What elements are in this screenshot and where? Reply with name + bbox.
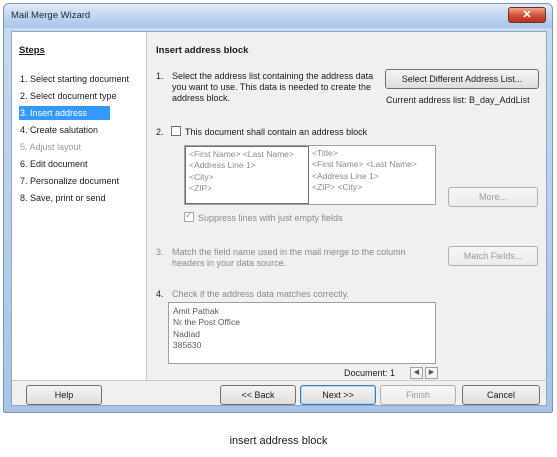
address-block-option-2[interactable]: <Title> <First Name> <Last Name> <Addres… [309,146,435,204]
page-title: Insert address block [156,45,249,56]
section-3-number: 3. [156,247,164,257]
step-create-salutation[interactable]: 4. Create salutation [19,123,144,137]
preview-line: <First Name> <Last Name> [312,159,417,170]
address-preview-box: Amit Pathak Nr the Post Office Nadiad 38… [168,302,436,364]
select-address-list-button[interactable]: Select Different Address List... [385,69,539,89]
preview-line: <First Name> <Last Name> [189,149,294,159]
address-block-checkbox-label: This document shall contain an address b… [185,127,368,137]
mail-merge-wizard-window: Mail Merge Wizard ✕ Steps 1. Select star… [3,3,553,413]
title-bar: Mail Merge Wizard ✕ [4,4,552,28]
cancel-button[interactable]: Cancel [462,385,540,405]
section-4-text: Check if the address data matches correc… [172,289,349,299]
address-block-checkbox[interactable] [171,126,181,136]
main-panel: Insert address block 1. Select the addre… [148,32,546,380]
preview-line: <ZIP> [189,183,213,194]
match-fields-button[interactable]: Match Fields... [448,246,538,266]
step-edit-document[interactable]: 6. Edit document [19,157,144,171]
section-3-text: Match the field name used in the mail me… [172,247,406,268]
footer-divider [12,380,548,381]
steps-sidebar: Steps 1. Select starting document 2. Sel… [12,32,147,380]
chevron-left-icon: ◀ [413,369,420,376]
next-document-button[interactable]: ▶ [425,367,438,379]
back-button[interactable]: << Back [220,385,296,405]
section-1-text: Select the address list containing the a… [172,71,374,103]
document-counter: Document: 1 [344,368,396,378]
address-block-preview[interactable]: <First Name> <Last Name> <Address Line 1… [184,145,436,205]
address-line: 385630 [173,340,202,351]
step-personalize-document[interactable]: 7. Personalize document [19,174,144,188]
address-line: Amit Pathak [173,306,219,316]
wizard-client-area: Steps 1. Select starting document 2. Sel… [11,31,548,406]
figure-caption: insert address block [229,435,328,447]
section-2-number: 2. [156,127,164,137]
close-icon: ✕ [522,9,532,21]
preview-line: <ZIP> <City> [312,182,363,193]
step-adjust-layout: 5. Adjust layout [20,142,82,152]
current-address-list: Current address list: B_day_AddList [386,95,530,105]
address-line: Nr the Post Office [173,317,240,328]
section-1-number: 1. [156,71,164,81]
suppress-empty-lines-checkbox[interactable] [184,210,194,222]
preview-line: <City> [189,171,214,182]
preview-line: <Address Line 1> [312,170,379,181]
address-block-option-1[interactable]: <First Name> <Last Name> <Address Line 1… [185,146,309,204]
suppress-empty-lines-label: Suppress lines with just empty fields [198,213,343,223]
preview-line: <Title> [312,148,338,158]
window-title: Mail Merge Wizard [11,10,91,21]
close-button[interactable]: ✕ [508,7,546,23]
previous-document-button[interactable]: ◀ [410,367,423,379]
help-button[interactable]: Help [26,385,102,405]
step-save-print-send[interactable]: 8. Save, print or send [19,191,144,205]
preview-line: <Address Line 1> [189,160,256,171]
address-line: Nadiad [173,328,200,339]
step-select-starting-document[interactable]: 1. Select starting document [19,72,144,86]
step-select-document-type[interactable]: 2. Select document type [19,89,144,103]
more-button[interactable]: More... [448,187,538,207]
section-4-number: 4. [156,289,164,299]
step-insert-address-block[interactable]: 3. Insert address block [19,106,110,132]
next-button[interactable]: Next >> [300,385,376,405]
chevron-right-icon: ▶ [428,369,435,376]
steps-heading: Steps [19,45,45,56]
finish-button[interactable]: Finish [380,385,456,405]
